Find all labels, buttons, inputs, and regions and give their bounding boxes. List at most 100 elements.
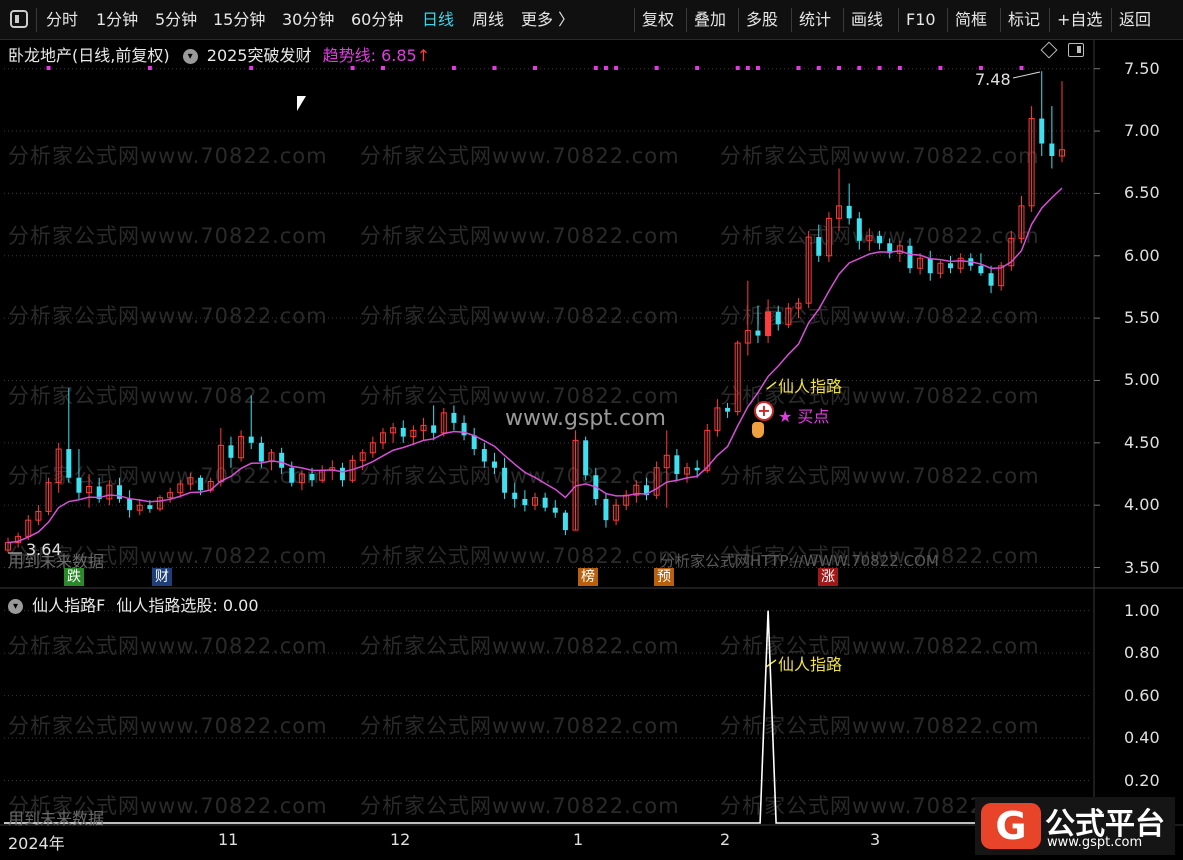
candle-body-down bbox=[127, 498, 133, 511]
trend-dot bbox=[249, 66, 254, 70]
hand-cursor-icon bbox=[752, 422, 764, 438]
period-tab-6[interactable]: 日线 bbox=[422, 7, 454, 33]
period-tab-2[interactable]: 5分钟 bbox=[155, 7, 197, 33]
y-tick-label: 5.00 bbox=[1124, 370, 1160, 390]
trend-dot bbox=[603, 66, 608, 70]
period-tab-8[interactable]: 更多 〉 bbox=[521, 7, 574, 33]
period-tab-3[interactable]: 15分钟 bbox=[213, 7, 265, 33]
x-tick-label: 12 bbox=[390, 830, 411, 849]
sub-y-tick-label: 0.60 bbox=[1124, 685, 1160, 705]
candlestick-chart[interactable] bbox=[0, 40, 1183, 860]
y-tick-label: 7.00 bbox=[1124, 121, 1160, 141]
sub-value: 仙人指路选股: 0.00 bbox=[116, 596, 259, 615]
trend-dot bbox=[816, 66, 821, 70]
chevron-down-icon[interactable]: ▾ bbox=[8, 599, 23, 614]
mouse-cursor-icon bbox=[297, 96, 306, 111]
toolbar-button-5[interactable]: F10 bbox=[906, 7, 936, 33]
toolbar-separator bbox=[791, 8, 792, 32]
period-tab-5[interactable]: 60分钟 bbox=[351, 7, 403, 33]
toolbar-button-6[interactable]: 简框 bbox=[955, 7, 987, 33]
toolbar-separator bbox=[1049, 8, 1050, 32]
event-badge[interactable]: 涨 bbox=[818, 568, 838, 586]
candle-body-down bbox=[471, 435, 477, 450]
y-tick-label: 7.50 bbox=[1124, 58, 1160, 78]
candle-body-down bbox=[248, 436, 254, 443]
toolbar-separator bbox=[1111, 8, 1112, 32]
candle-body-down bbox=[562, 512, 568, 531]
candle-body-down bbox=[694, 467, 700, 471]
sub-y-tick-label: 0.20 bbox=[1124, 770, 1160, 790]
trend-arrow-icon: ↑ bbox=[416, 46, 431, 65]
sub-signal-line bbox=[4, 610, 1092, 824]
y-tick-label: 3.50 bbox=[1124, 557, 1160, 577]
event-badge[interactable]: 榜 bbox=[578, 568, 598, 586]
signal-arrow bbox=[766, 381, 777, 390]
main-legend: 卧龙地产(日线,前复权) ▾ 2025突破发财 趋势线: 6.85↑ bbox=[8, 42, 430, 66]
trend-dot bbox=[654, 66, 659, 70]
trend-dot bbox=[451, 66, 456, 70]
toolbar-button-0[interactable]: 复权 bbox=[642, 7, 674, 33]
candle-body-down bbox=[755, 330, 761, 336]
low-price-label: 3.64 bbox=[26, 540, 62, 559]
buy-marker-icon[interactable]: + bbox=[754, 401, 774, 421]
candle-body-down bbox=[927, 258, 933, 274]
candle-body-down bbox=[775, 311, 781, 325]
candle-body-down bbox=[512, 492, 518, 499]
trend-dot bbox=[796, 66, 801, 70]
trend-dot bbox=[745, 66, 750, 70]
period-tab-1[interactable]: 1分钟 bbox=[96, 7, 138, 33]
sub-signal-label: 仙人指路 bbox=[778, 655, 843, 674]
trend-dot bbox=[877, 66, 882, 70]
toolbar-separator bbox=[36, 8, 37, 32]
trend-dot bbox=[897, 66, 902, 70]
panel-toggle-icon[interactable] bbox=[10, 10, 28, 28]
event-badge[interactable]: 预 bbox=[654, 568, 674, 586]
future-data-note-sub: 用到未来数据 bbox=[8, 809, 105, 828]
candle-body-down bbox=[988, 273, 994, 286]
event-badge[interactable]: 跌 bbox=[64, 568, 84, 586]
candle-body-down bbox=[907, 245, 913, 269]
candle-body-down bbox=[583, 440, 589, 476]
chart-toolbar: 分时 1分钟 5分钟 15分钟 30分钟 60分钟 日线 周线 更多 〉 复权 叠加 多股 统计 画线 F… bbox=[0, 0, 1183, 40]
toolbar-button-2[interactable]: 多股 bbox=[746, 7, 778, 33]
stock-title[interactable]: 卧龙地产(日线,前复权) bbox=[8, 46, 170, 65]
candle-body-down bbox=[198, 477, 204, 491]
trend-dot bbox=[593, 66, 598, 70]
buy-point-label: ★ 买点 bbox=[778, 407, 830, 426]
toolbar-button-9[interactable]: 返回 bbox=[1119, 7, 1151, 33]
trend-dot bbox=[350, 66, 355, 70]
window-icon[interactable] bbox=[1068, 43, 1084, 57]
toolbar-button-3[interactable]: 统计 bbox=[799, 7, 831, 33]
event-badge[interactable]: 财 bbox=[152, 568, 172, 586]
trend-dot bbox=[1019, 66, 1024, 70]
candle-body-down bbox=[725, 407, 731, 412]
sub-y-tick-label: 0.80 bbox=[1124, 643, 1160, 663]
candle-body-down bbox=[289, 467, 295, 483]
toolbar-button-1[interactable]: 叠加 bbox=[694, 7, 726, 33]
period-tab-0[interactable]: 分时 bbox=[46, 7, 78, 33]
signal-candle bbox=[765, 311, 772, 336]
toolbar-button-7[interactable]: 标记 bbox=[1008, 7, 1040, 33]
chevron-down-icon[interactable]: ▾ bbox=[182, 49, 198, 64]
toolbar-button-4[interactable]: 画线 bbox=[851, 7, 883, 33]
candle-body-down bbox=[491, 461, 497, 468]
toolbar-button-8[interactable]: +自选 bbox=[1057, 7, 1102, 33]
candle-body-down bbox=[674, 455, 680, 474]
x-tick-label: 3 bbox=[870, 830, 881, 849]
indicator-name[interactable]: 2025突破发财 bbox=[207, 46, 312, 65]
stock-chart-app: 分时 1分钟 5分钟 15分钟 30分钟 60分钟 日线 周线 更多 〉 复权 叠加 多股 统计 画线 F… bbox=[0, 0, 1183, 860]
watermark-bottom: 分析家公式网HTTP://WWW.70822.COM bbox=[660, 552, 939, 570]
sub-signal-arrow bbox=[765, 659, 777, 668]
period-tab-7[interactable]: 周线 bbox=[472, 7, 504, 33]
period-tab-4[interactable]: 30分钟 bbox=[282, 7, 334, 33]
trend-dot bbox=[837, 66, 842, 70]
candle-body-down bbox=[76, 477, 82, 493]
sub-title[interactable]: 仙人指路F bbox=[32, 596, 105, 615]
sub-y-tick-label: 1.00 bbox=[1124, 600, 1160, 620]
candle-body-down bbox=[502, 467, 508, 493]
trend-dot bbox=[492, 66, 497, 70]
trend-dot bbox=[380, 66, 385, 70]
toolbar-separator bbox=[686, 8, 687, 32]
x-tick-label: 1 bbox=[573, 830, 584, 849]
chart-area[interactable]: 分析家公式网www.70822.com 分析家公式网www.70822.com 分析… bbox=[0, 40, 1183, 860]
